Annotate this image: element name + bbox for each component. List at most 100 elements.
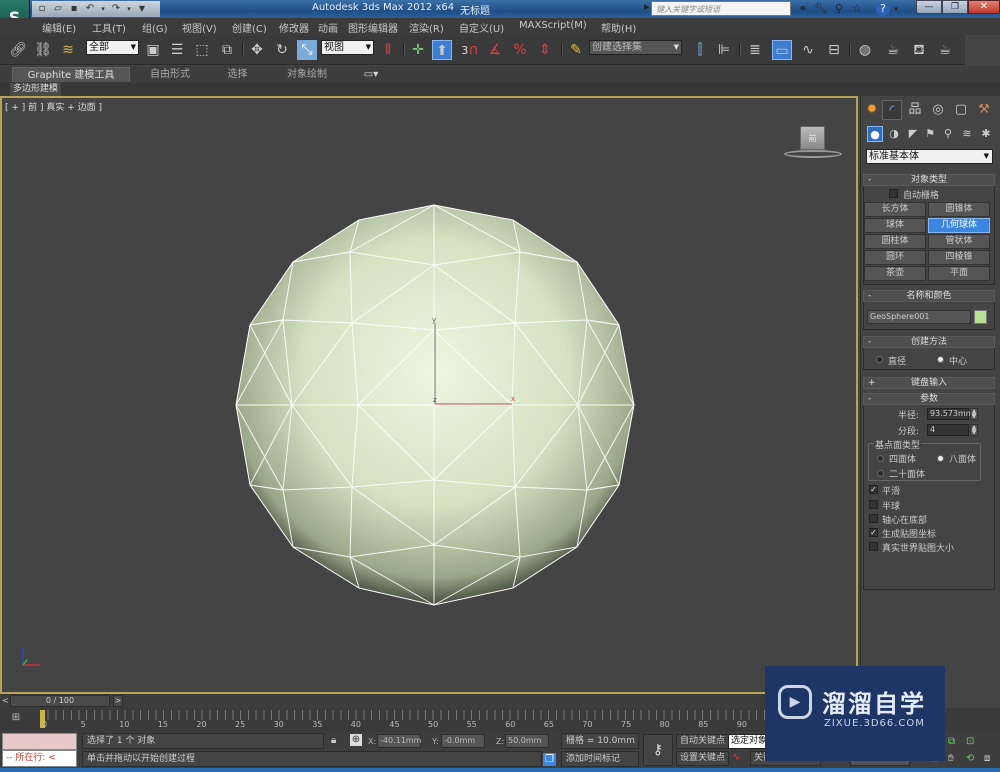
modify-tab-icon[interactable]: ◜: [882, 100, 902, 120]
add-time-tag[interactable]: 添加时间标记: [561, 751, 639, 767]
orbit-icon[interactable]: ⟲: [966, 753, 974, 764]
time-tag-icon[interactable]: ❐: [543, 753, 556, 766]
open-file-icon[interactable]: ▱: [52, 3, 64, 15]
menu-edit[interactable]: 编辑(E): [42, 20, 76, 35]
render-production-icon[interactable]: ☕︎: [935, 40, 955, 60]
mirror-icon[interactable]: ⫿: [690, 40, 710, 60]
window-crossing-icon[interactable]: ⧉: [217, 40, 237, 60]
redo-icon[interactable]: ↷: [110, 3, 122, 15]
hierarchy-tab-icon[interactable]: 品: [905, 100, 925, 120]
segments-spinner-arrows[interactable]: ▲ ▼: [970, 424, 978, 436]
link-icon[interactable]: 🔗︎: [8, 40, 28, 60]
cylinder-button[interactable]: 圆柱体: [864, 234, 926, 249]
minimize-button[interactable]: —: [916, 0, 942, 14]
set-key-mode-button[interactable]: 设置关键点: [676, 751, 730, 766]
y-coordinate-input[interactable]: -0.0mm: [441, 734, 485, 748]
mini-curve-editor-icon[interactable]: ⊞: [8, 712, 24, 726]
dropdown-icon[interactable]: ▾: [100, 3, 106, 15]
menu-tools[interactable]: 工具(T): [92, 20, 126, 35]
base-to-pivot-checkbox[interactable]: [869, 514, 878, 523]
tab-selection[interactable]: 选择: [220, 67, 255, 82]
tab-graphite-modeling[interactable]: Graphite 建模工具: [12, 67, 130, 82]
rotate-icon[interactable]: ↻: [272, 40, 292, 60]
menu-graph-editors[interactable]: 图形编辑器: [348, 20, 398, 35]
schematic-view-icon[interactable]: ⊟: [824, 40, 844, 60]
pivot-center-icon[interactable]: ⫴: [378, 40, 398, 60]
maxscript-listener-input[interactable]: [2, 733, 77, 750]
utilities-tab-icon[interactable]: ⚒: [974, 100, 994, 120]
curve-editor-icon[interactable]: ∿: [798, 40, 818, 60]
lights-icon[interactable]: ◤: [905, 126, 921, 142]
wrench-icon[interactable]: 🔧︎: [814, 2, 828, 16]
menu-customize[interactable]: 自定义(U): [459, 20, 504, 35]
star-icon[interactable]: ☆: [850, 2, 864, 16]
z-coordinate-input[interactable]: 50.0mm: [505, 734, 549, 748]
spinner-snap-icon[interactable]: ⇕: [535, 40, 555, 60]
satellite-icon[interactable]: ⚲: [832, 2, 846, 16]
octa-radio[interactable]: [937, 455, 944, 462]
edit-named-selection-icon[interactable]: ✎: [566, 40, 586, 60]
select-object-icon[interactable]: ▣: [143, 40, 163, 60]
rollout-keyboard-entry[interactable]: + 键盘输入: [863, 377, 995, 389]
gen-mapping-checkbox[interactable]: ✓: [869, 528, 878, 537]
reference-coord-dropdown[interactable]: 视图 ▼: [321, 40, 374, 55]
space-warps-icon[interactable]: ≋: [959, 126, 975, 142]
smooth-checkbox[interactable]: ✓: [869, 485, 878, 494]
cameras-icon[interactable]: ⚑: [922, 126, 938, 142]
next-frame-button[interactable]: >: [113, 695, 123, 707]
auto-key-button[interactable]: 自动关键点: [676, 734, 730, 749]
zoom-extents-selected-icon[interactable]: ⧉: [948, 736, 955, 747]
select-manipulate-icon[interactable]: ✛: [408, 40, 428, 60]
bind-space-warp-icon[interactable]: ≋: [58, 40, 78, 60]
rollout-object-type[interactable]: - 对象类型: [863, 174, 995, 186]
close-button[interactable]: ✕: [968, 0, 1000, 14]
scale-icon[interactable]: ⤡: [297, 40, 317, 60]
create-tab-icon[interactable]: ✹: [862, 100, 882, 120]
hemisphere-checkbox[interactable]: [869, 500, 878, 509]
percent-snap-icon[interactable]: %: [510, 40, 530, 60]
absolute-mode-icon[interactable]: ⊕: [350, 734, 362, 746]
viewcube[interactable]: 前: [800, 126, 825, 150]
maxscript-listener-output[interactable]: -- 所在行: <: [2, 750, 77, 767]
pan-view-icon[interactable]: ✋︎: [948, 753, 954, 764]
real-world-map-checkbox[interactable]: [869, 542, 878, 551]
shapes-icon[interactable]: ◑: [886, 126, 902, 142]
render-setup-icon[interactable]: ☕︎: [883, 40, 903, 60]
layer-manager-icon[interactable]: ≣: [745, 40, 765, 60]
rendered-frame-window-icon[interactable]: ⛾: [909, 40, 929, 60]
angle-snap-icon[interactable]: ∡: [485, 40, 505, 60]
track-ruler[interactable]: [40, 710, 770, 720]
graphite-toggle-icon[interactable]: ▭: [772, 40, 792, 60]
sphere-button[interactable]: 球体: [864, 218, 926, 233]
named-selection-set-dropdown[interactable]: 创建选择集 ▼: [589, 40, 682, 55]
maximize-button[interactable]: ❐: [942, 0, 968, 14]
center-radio[interactable]: [937, 356, 944, 363]
geometry-icon[interactable]: ●: [867, 126, 883, 142]
x-coordinate-input[interactable]: -40.11mm: [377, 734, 421, 748]
rectangle-selection-icon[interactable]: ⬚: [192, 40, 212, 60]
move-icon[interactable]: ✥: [247, 40, 267, 60]
time-slider-handle[interactable]: 0 / 100: [10, 695, 110, 707]
torus-button[interactable]: 圆环: [864, 250, 926, 265]
binoculars-icon[interactable]: ⚭: [796, 2, 810, 16]
expand-arrow-icon[interactable]: ▶: [644, 3, 649, 11]
set-key-button[interactable]: ⚷: [643, 734, 673, 766]
ribbon-options-icon[interactable]: ▭▾: [362, 67, 380, 82]
menu-group[interactable]: 组(G): [142, 20, 168, 35]
object-name-input[interactable]: GeoSphere001: [867, 310, 971, 324]
diameter-radio[interactable]: [876, 356, 883, 363]
cone-button[interactable]: 圆锥体: [928, 202, 990, 217]
selection-filter-dropdown[interactable]: 全部 ▼: [86, 40, 139, 55]
viewport-label-menu[interactable]: [ + ] 前 ] 真实 + 边面 ]: [5, 100, 102, 113]
selection-lock-icon[interactable]: 🔒︎: [331, 735, 336, 746]
tetra-radio[interactable]: [877, 455, 884, 462]
snaps-toggle-icon[interactable]: 3∩: [460, 40, 480, 60]
tab-freeform[interactable]: 自由形式: [145, 67, 195, 82]
polygon-modeling-panel[interactable]: 多边形建模: [10, 83, 62, 96]
prev-frame-button[interactable]: <: [2, 696, 9, 705]
material-editor-icon[interactable]: ◍: [855, 40, 875, 60]
viewport-front[interactable]: y z x: [0, 96, 858, 694]
radius-input[interactable]: 93.573mm: [927, 408, 974, 420]
tube-button[interactable]: 管状体: [928, 234, 990, 249]
segments-input[interactable]: 4: [927, 424, 969, 436]
